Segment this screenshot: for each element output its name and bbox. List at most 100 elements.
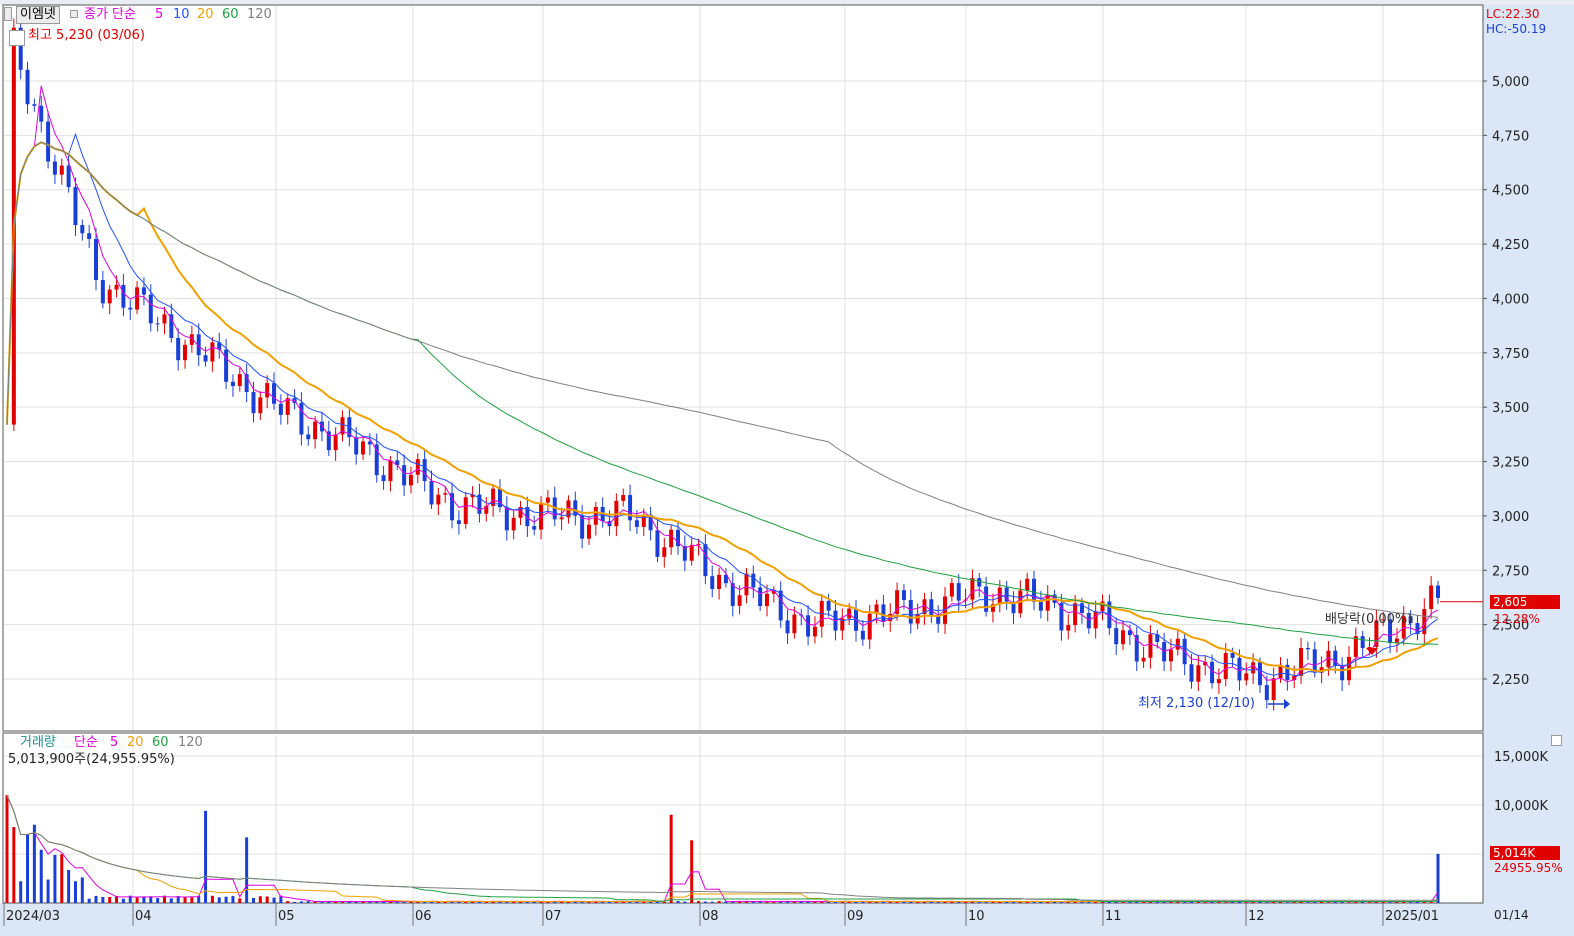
candle-body [628,495,633,521]
volume-bar [683,901,687,903]
volume-bar [875,901,879,903]
candle-body [265,383,270,398]
price-tick-label: 4,250 [1492,238,1529,253]
volume-bar [1080,902,1084,903]
candle-body [1038,601,1043,611]
volume-bar [1203,902,1207,903]
candle-body [867,613,872,640]
candle-body [313,421,318,440]
month-label: 11 [1105,909,1122,924]
candle-body [1066,625,1071,631]
volume-bar [1409,902,1413,903]
volume-bar [224,896,228,903]
price-tick-label: 4,500 [1492,184,1529,199]
volume-bar [32,824,36,903]
x-axis-right-label: 01/14 [1494,908,1529,922]
candle-body [812,626,817,637]
volume-bar [313,901,317,903]
volume-ma-type: 단순 [74,735,98,750]
candle-body [1059,602,1064,631]
volume-bar [1101,902,1105,903]
price-tick-label: 3,500 [1492,401,1529,416]
candle-body [792,614,797,634]
volume-ma-120-label: 120 [178,735,203,750]
volume-bar [135,897,139,903]
candle-body [1121,630,1126,645]
close-volume-panel-button[interactable] [1551,735,1562,746]
candle-body [737,595,742,606]
candle-body [1093,611,1098,629]
candle-body [580,515,585,539]
month-label: 08 [702,909,719,924]
volume-bar [265,896,269,903]
menu-toggle-button[interactable] [4,7,12,21]
volume-title: 거래량 [20,735,56,750]
bottom-axis-bg [0,903,1574,936]
candle-body [128,307,133,310]
volume-bar [998,901,1002,903]
volume-bar [1388,902,1392,903]
ma-120-line [6,141,1439,618]
candle-body [1312,649,1317,673]
volume-bar [519,901,523,903]
grid-icon[interactable] [9,30,25,46]
candle-body [203,355,208,362]
volume-bar [1368,902,1372,903]
volume-bar [957,901,961,903]
ma-10-line [6,132,1439,677]
volume-bar [306,901,310,903]
volume-bar [703,901,707,903]
volume-bar [231,896,235,903]
volume-bar [94,895,98,903]
volume-bar [498,901,502,903]
candle-body [183,344,188,361]
candle-body [251,392,256,414]
volume-bar [26,834,30,903]
candle-body [1168,649,1173,662]
candle-body [1189,664,1194,682]
candle-body [456,520,461,524]
candle-body [94,238,99,281]
price-tick-label: 4,000 [1492,292,1529,307]
candle-body [278,403,283,415]
stock-name-button[interactable]: 이엠넷 [16,6,60,24]
candle-body [744,573,749,596]
candle-body [765,593,770,607]
candle-body [655,530,660,557]
candle-body [717,574,722,589]
volume-bar [1142,902,1146,903]
volume-bar [183,896,187,903]
month-label: 10 [968,909,985,924]
volume-bar [977,901,981,903]
candle-body [1141,657,1146,662]
candle-body [559,517,564,520]
price-tick-label: 3,750 [1492,347,1529,362]
low-marker-label: 최저 2,130 (12/10) [1138,696,1256,711]
ma-5-line [6,85,1439,683]
high-marker-label: 최고 5,230 (03/06) [28,28,146,43]
candle-body [73,187,78,226]
candle-body [1216,679,1221,684]
candle-body [545,497,550,503]
volume-bar [1347,902,1351,903]
top-strip [0,0,1574,5]
candle-body [39,105,44,122]
candle-body [381,475,386,482]
volume-bar [121,898,125,903]
volume-bar [395,901,399,903]
volume-bar [217,897,221,903]
candle-body [669,529,674,548]
ma-20-line [6,141,1439,673]
ma-settings-toggle[interactable] [70,10,78,18]
volume-bar [101,897,105,903]
volume-bar [60,854,64,903]
candle-body [87,233,92,239]
candle-body [1305,647,1310,650]
volume-bar [375,901,379,903]
candle-body [634,520,639,527]
candle-body [826,600,831,611]
hc-indicator: HC:-50.19 [1486,22,1547,36]
candle-body [936,615,941,624]
volume-bar [67,869,71,903]
volume-bar [1059,902,1063,903]
